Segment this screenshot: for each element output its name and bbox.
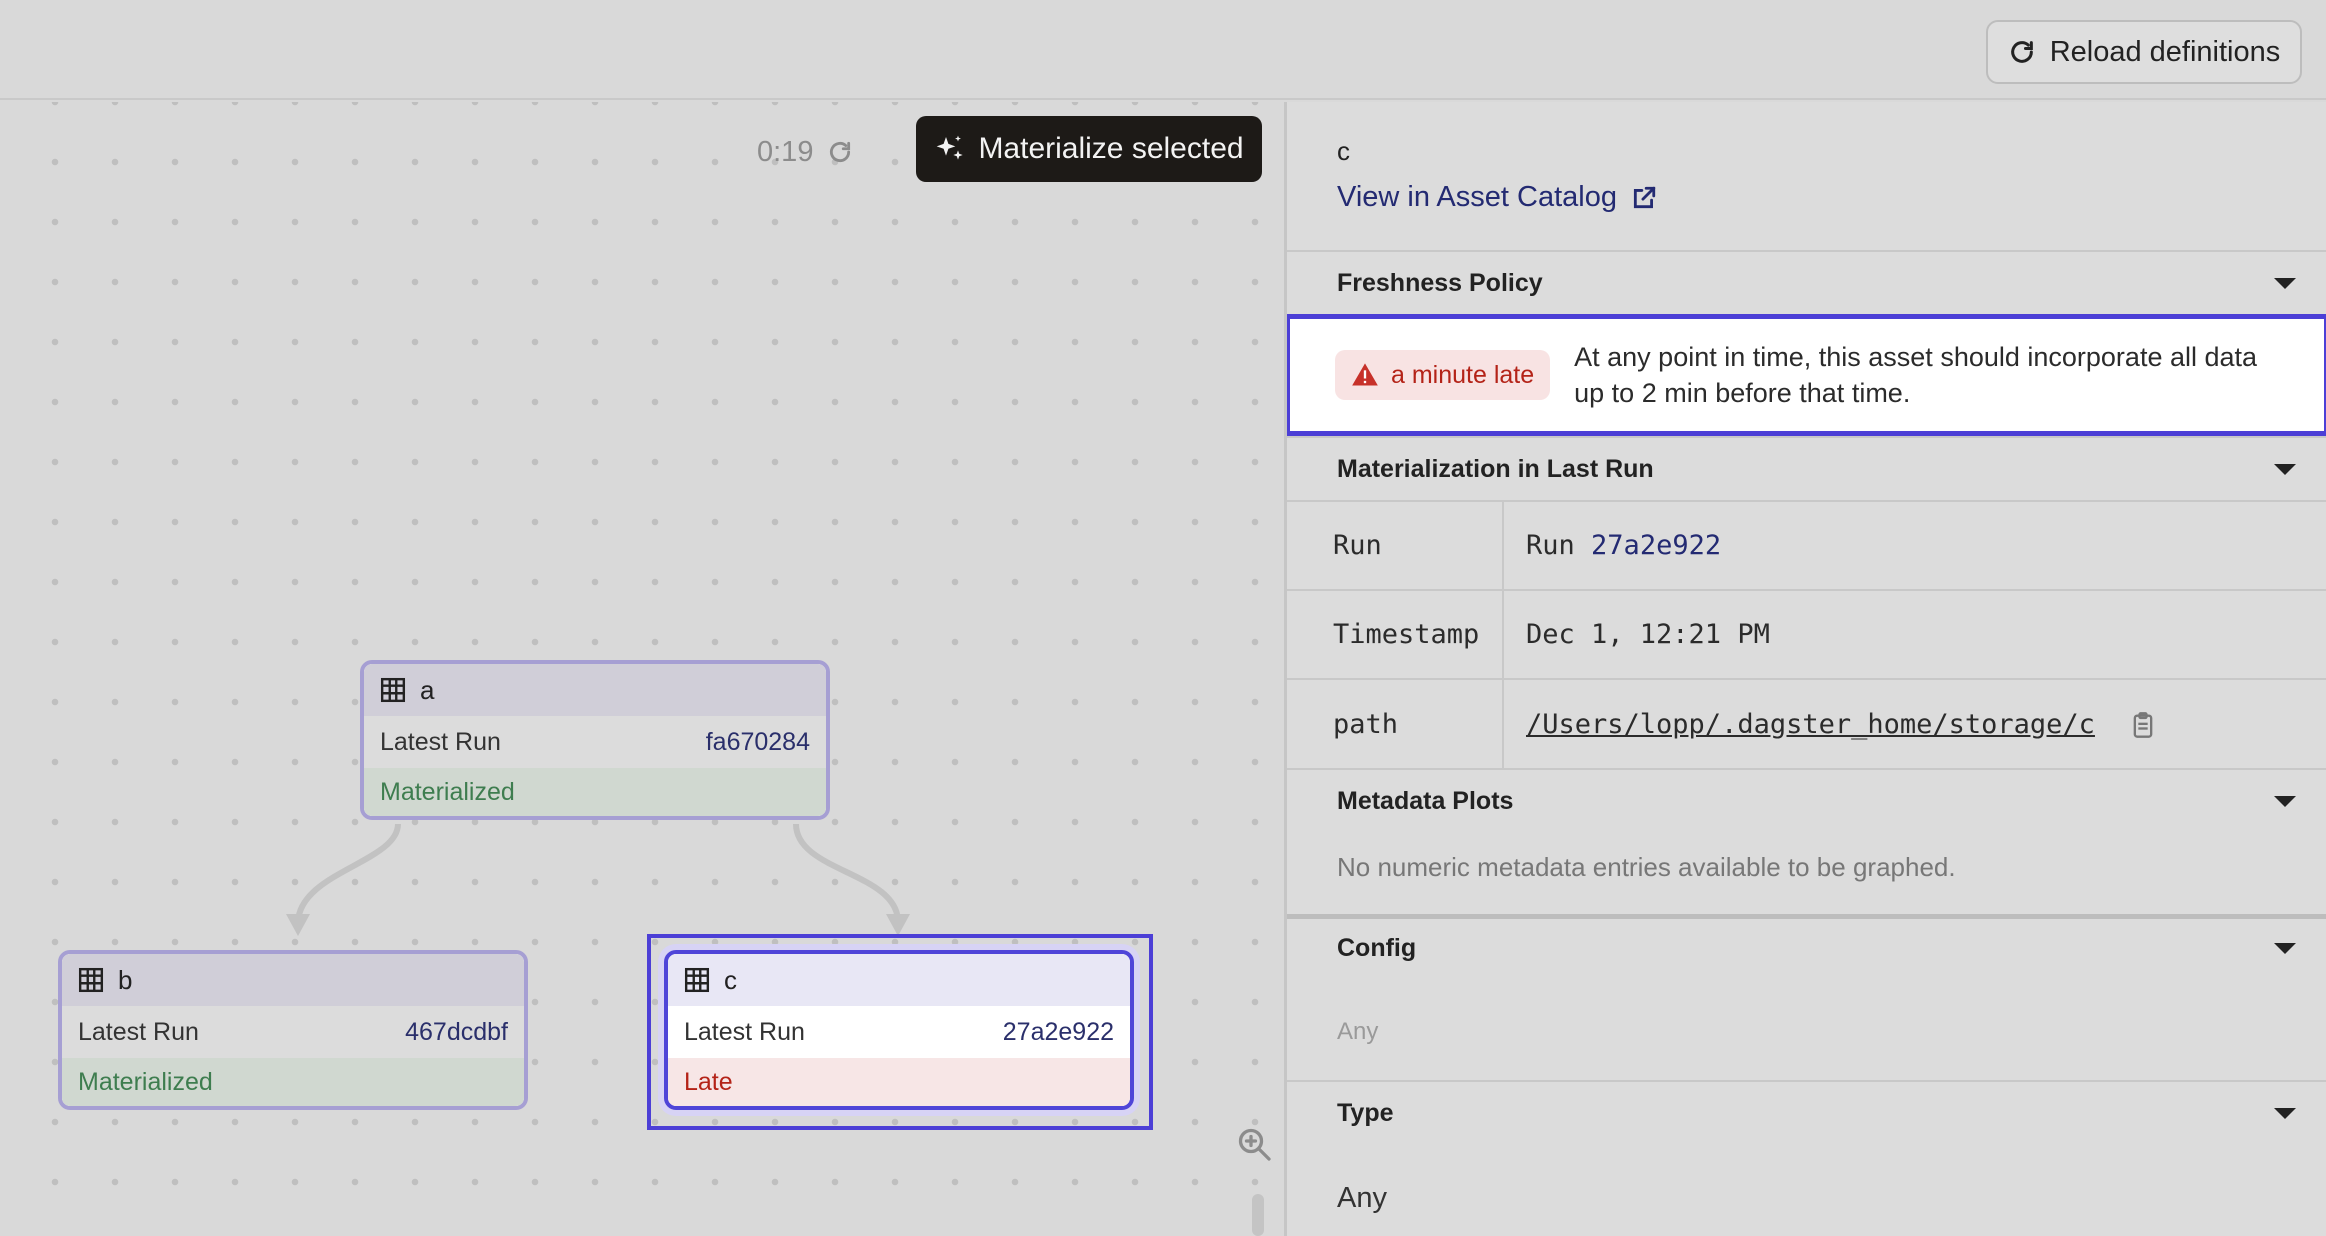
- table-icon: [684, 967, 710, 993]
- section-title: Metadata Plots: [1337, 786, 1514, 815]
- table-value: Dec 1, 12:21 PM: [1503, 589, 2326, 679]
- section-title: Materialization in Last Run: [1337, 454, 1654, 483]
- metadata-plots-empty-message: No numeric metadata entries available to…: [1337, 852, 1956, 882]
- asset-header: c View in Asset Catalog: [1287, 102, 2326, 250]
- latest-run-label: Latest Run: [380, 727, 501, 756]
- metadata-plots-section-header[interactable]: Metadata Plots: [1287, 768, 2326, 832]
- caret-down-icon: [2274, 795, 2296, 807]
- section-title: Type: [1337, 1098, 1394, 1127]
- table-row: Timestamp Dec 1, 12:21 PM: [1287, 589, 2326, 679]
- asset-node-status: Materialized: [364, 768, 826, 816]
- top-bar: Reload definitions: [0, 0, 2326, 100]
- storage-path-link[interactable]: /Users/lopp/.dagster_home/storage/c: [1526, 709, 2095, 740]
- table-key: path: [1287, 678, 1504, 768]
- zoom-slider-thumb[interactable]: [1252, 1194, 1264, 1236]
- reload-definitions-button[interactable]: Reload definitions: [1986, 20, 2302, 84]
- caret-down-icon: [2274, 943, 2296, 954]
- run-id-link[interactable]: 27a2e922: [1591, 530, 1721, 561]
- asset-node-name: b: [118, 964, 133, 995]
- config-value: Any: [1337, 1018, 1379, 1045]
- asset-sidebar: c View in Asset Catalog Freshness Policy…: [1284, 102, 2326, 1236]
- edge-a-to-b-arrow: [286, 914, 310, 936]
- zoom-in-icon[interactable]: [1236, 1126, 1272, 1162]
- asset-name: c: [1337, 136, 1350, 166]
- view-in-asset-catalog-link[interactable]: View in Asset Catalog: [1337, 181, 2326, 214]
- table-value: /Users/lopp/.dagster_home/storage/c: [1503, 678, 2326, 768]
- edge-a-to-b: [295, 823, 401, 923]
- latest-run-link[interactable]: 467dcdbf: [405, 1018, 508, 1047]
- section-title: Config: [1337, 934, 1417, 962]
- reload-definitions-label: Reload definitions: [2049, 35, 2281, 68]
- table-row: Run Run 27a2e922: [1287, 500, 2326, 590]
- latest-run-label: Latest Run: [684, 1017, 805, 1046]
- external-link-icon: [1633, 186, 1656, 208]
- table-value: Run 27a2e922: [1503, 500, 2326, 590]
- catalog-link-label: View in Asset Catalog: [1337, 181, 1617, 213]
- edge-a-to-c-arrow: [886, 914, 910, 936]
- asset-node-name: a: [420, 674, 435, 705]
- late-status-badge: a minute late: [1335, 350, 1551, 400]
- asset-node-b[interactable]: b Latest Run 467dcdbf Materialized: [58, 950, 528, 1110]
- caret-down-icon: [2274, 463, 2296, 475]
- asset-node-header: c: [668, 954, 1130, 1006]
- asset-node-status: Materialized: [62, 1058, 524, 1106]
- asset-node-latest-run: Latest Run 27a2e922: [668, 1006, 1130, 1058]
- late-badge-label: a minute late: [1391, 360, 1535, 389]
- latest-run-link[interactable]: fa670284: [706, 728, 810, 757]
- caret-down-icon: [2274, 1107, 2296, 1119]
- materialization-section-header[interactable]: Materialization in Last Run: [1287, 436, 2326, 500]
- asset-node-c[interactable]: c Latest Run 27a2e922 Late: [664, 950, 1134, 1110]
- table-icon: [78, 967, 104, 993]
- warning-icon: [1352, 363, 1378, 386]
- table-row: path /Users/lopp/.dagster_home/storage/c: [1287, 678, 2326, 768]
- clipboard-icon[interactable]: [2129, 711, 2157, 739]
- asset-node-header: b: [62, 954, 524, 1006]
- table-icon: [380, 677, 406, 703]
- asset-node-name: c: [724, 964, 737, 995]
- table-key: Timestamp: [1287, 589, 1504, 679]
- asset-node-latest-run: Latest Run fa670284: [364, 716, 826, 768]
- refresh-icon: [2010, 41, 2033, 63]
- asset-node-a[interactable]: a Latest Run fa670284 Materialized: [360, 660, 830, 820]
- asset-node-status: Late: [668, 1058, 1130, 1106]
- type-value: Any: [1337, 1182, 1387, 1214]
- asset-graph-canvas[interactable]: 0:19 Materialize selected a Latest Run f…: [0, 102, 1284, 1236]
- config-section-header[interactable]: Config: [1287, 914, 2326, 978]
- freshness-policy-section-header[interactable]: Freshness Policy: [1287, 250, 2326, 314]
- freshness-policy-description: At any point in time, this asset should …: [1574, 342, 2258, 408]
- asset-node-latest-run: Latest Run 467dcdbf: [62, 1006, 524, 1058]
- asset-node-header: a: [364, 664, 826, 716]
- freshness-policy-row: a minute late At any point in time, this…: [1287, 314, 2326, 436]
- latest-run-label: Latest Run: [78, 1017, 199, 1046]
- table-key: Run: [1287, 500, 1504, 590]
- latest-run-link[interactable]: 27a2e922: [1003, 1018, 1114, 1047]
- run-prefix: Run: [1526, 530, 1575, 561]
- caret-down-icon: [2274, 277, 2296, 289]
- section-title: Freshness Policy: [1337, 268, 1543, 297]
- type-section-header[interactable]: Type: [1287, 1080, 2326, 1144]
- edge-a-to-c: [793, 823, 901, 923]
- materialization-table: Run Run 27a2e922 Timestamp Dec 1, 12:21 …: [1287, 500, 2326, 768]
